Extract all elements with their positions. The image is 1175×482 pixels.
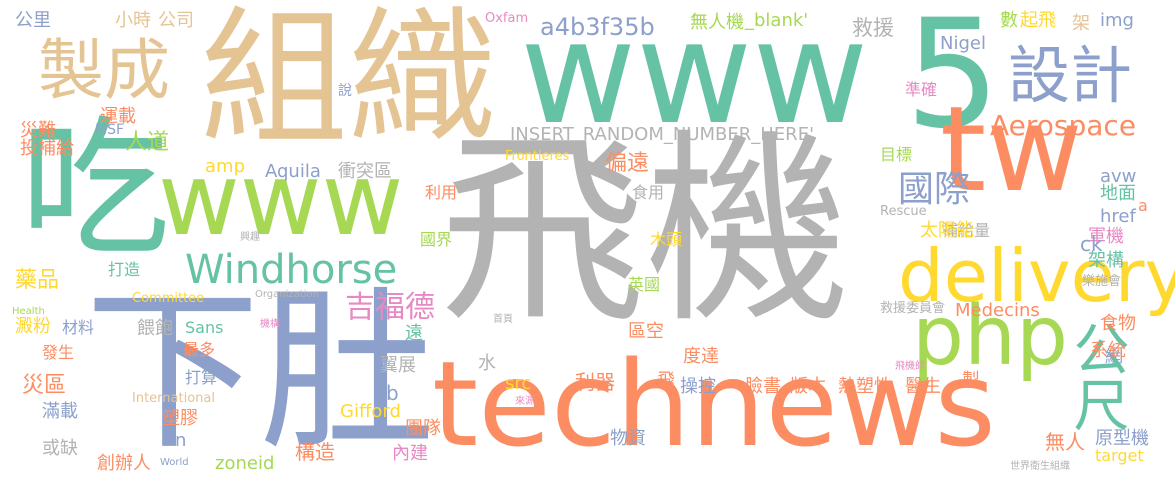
word-zaiqu: 災區 [22, 373, 67, 398]
word-cb: cb [375, 381, 399, 405]
word-chongtuqu: 衝突區 [338, 161, 392, 182]
word-laiyuan: 來源 [515, 396, 535, 407]
word-rendao: 人道 [125, 130, 170, 155]
word-jiuyuan: 救援 [852, 16, 894, 40]
word-fasheng: 發生 [42, 343, 75, 362]
word-taiyangneng: 太陽能 [920, 220, 974, 241]
word-xiaoshi: 小時 [115, 10, 151, 31]
word-a4b3f35b: a4b3f35b [540, 13, 655, 41]
word-world: World [160, 457, 189, 468]
word-jigou: 機構 [260, 319, 280, 330]
word-guoji: 國際 [898, 169, 971, 210]
word-dimian: 地面 [1100, 183, 1136, 204]
word-mutou: 木頭 [650, 230, 683, 249]
word-banben: 版本 [790, 376, 826, 397]
word-gongsi: 公司 [158, 10, 194, 31]
word-manzai: 滿載 [42, 401, 78, 422]
word-blank: _blank' [745, 10, 809, 31]
word-dazao: 打造 [108, 260, 141, 279]
word-organization: Organization [255, 289, 319, 300]
word-cloud: 飛機 組織 www 5 technews www 吃 下肚 tw deliver… [0, 0, 1175, 482]
word-jiuyuan-weiyuanhui: 救援委員會 [880, 301, 946, 316]
word-sans: Sans [185, 318, 224, 337]
word-international: International [132, 391, 215, 406]
word-toubuji: 投補給 [20, 138, 74, 159]
word-yingguo: 英國 [628, 275, 661, 294]
word-ck: ck [1080, 232, 1103, 256]
word-yizhan: 翼展 [380, 355, 416, 376]
word-xingqu: 興趣 [240, 232, 260, 243]
word-gongli: 公里 [15, 10, 51, 31]
word-dasuan: 打算 [185, 368, 218, 387]
word-shuo: 說 [338, 83, 352, 99]
word-wuren: 無人 [1045, 430, 1085, 454]
word-src: src [505, 373, 532, 394]
word-insert-random: INSERT_RANDOM_NUMBER_HERE' [510, 124, 815, 145]
word-shiwu: 食物 [1100, 313, 1136, 334]
word-liyong: 利用 [425, 183, 458, 202]
word-aquila: Aquila [265, 161, 321, 182]
word-windhorse: Windhorse [185, 247, 398, 293]
word-wuzi: 物資 [610, 428, 646, 449]
word-resuxing: 熱塑性 [838, 376, 892, 397]
word-tuandui: 團隊 [405, 418, 441, 439]
word-aerospace: Aerospace [990, 109, 1137, 142]
word-yisheng: 醫生 [905, 376, 941, 397]
word-leshihui: 樂施會 [1082, 274, 1122, 289]
word-yuan: 遠 [405, 323, 423, 344]
word-guojie: 國界 [420, 230, 453, 249]
word-jia: 架 [1072, 13, 1090, 34]
word-nigel: Nigel [940, 33, 986, 54]
word-weibao: 餵飽 [137, 318, 173, 339]
word-liqi: 利器 [575, 370, 615, 394]
word-feijishi: 飛機師 [895, 361, 925, 372]
word-caokong: 操控 [680, 376, 716, 397]
word-amp: amp [205, 156, 245, 177]
word-msf: MSF [95, 122, 125, 138]
word-jifude: 吉福德 [345, 290, 435, 325]
word-xitong: 系統 [1090, 340, 1126, 361]
word-sheji: 設計 [1008, 39, 1133, 112]
word-a: a [1138, 196, 1148, 215]
word-pianyuan: 偏遠 [605, 151, 650, 176]
word-cailiao: 材料 [62, 318, 95, 337]
word-mubiao: 目標 [880, 145, 913, 164]
word-dianfen: 澱粉 [15, 316, 51, 337]
word-fei: 飛 [657, 370, 675, 391]
word-zhicheng: 製成 [38, 32, 170, 109]
word-gouzao: 構造 [295, 440, 335, 464]
word-frontieres: Frontieres [505, 149, 570, 164]
word-n: n [175, 430, 187, 451]
word-zhunque: 準確 [905, 80, 938, 99]
word-shouye: 首頁 [493, 314, 513, 325]
word-duda: 度達 [683, 346, 719, 367]
word-chuangbanren: 創辦人 [97, 453, 151, 474]
word-gongchi: 公尺 [1064, 320, 1129, 432]
word-zoneid: zoneid [215, 453, 275, 474]
word-sujiao: 塑膠 [162, 408, 198, 429]
word-img: img [1100, 10, 1134, 31]
word-huoque: 或缺 [42, 438, 78, 459]
word-target: target [1095, 446, 1144, 465]
word-committee: Committee [132, 291, 205, 306]
word-qukong: 區空 [628, 321, 664, 342]
word-medecins: Medecins [955, 300, 1040, 321]
word-zuzhi: 組織 [200, 0, 496, 165]
word-href: href [1100, 206, 1136, 227]
word-yaopin: 藥品 [15, 268, 60, 293]
word-zuiduo: 最多 [183, 340, 216, 359]
word-gifford: Gifford [340, 401, 401, 422]
word-rescue: Rescue [880, 204, 927, 219]
word-lianshu: 臉書 [745, 376, 781, 397]
word-shiyong: 食用 [632, 183, 665, 202]
word-zhi: 製 [962, 370, 980, 391]
word-qifei: 起飛 [1020, 10, 1056, 31]
word-shu: 數 [1000, 10, 1018, 31]
word-wurenji: 無人機 [690, 12, 744, 33]
word-shijie-weisheng: 世界衛生組織 [1010, 461, 1070, 472]
word-oxfam: Oxfam [485, 11, 529, 26]
word-shui: 水 [478, 353, 496, 374]
word-neijian: 內建 [392, 443, 428, 464]
